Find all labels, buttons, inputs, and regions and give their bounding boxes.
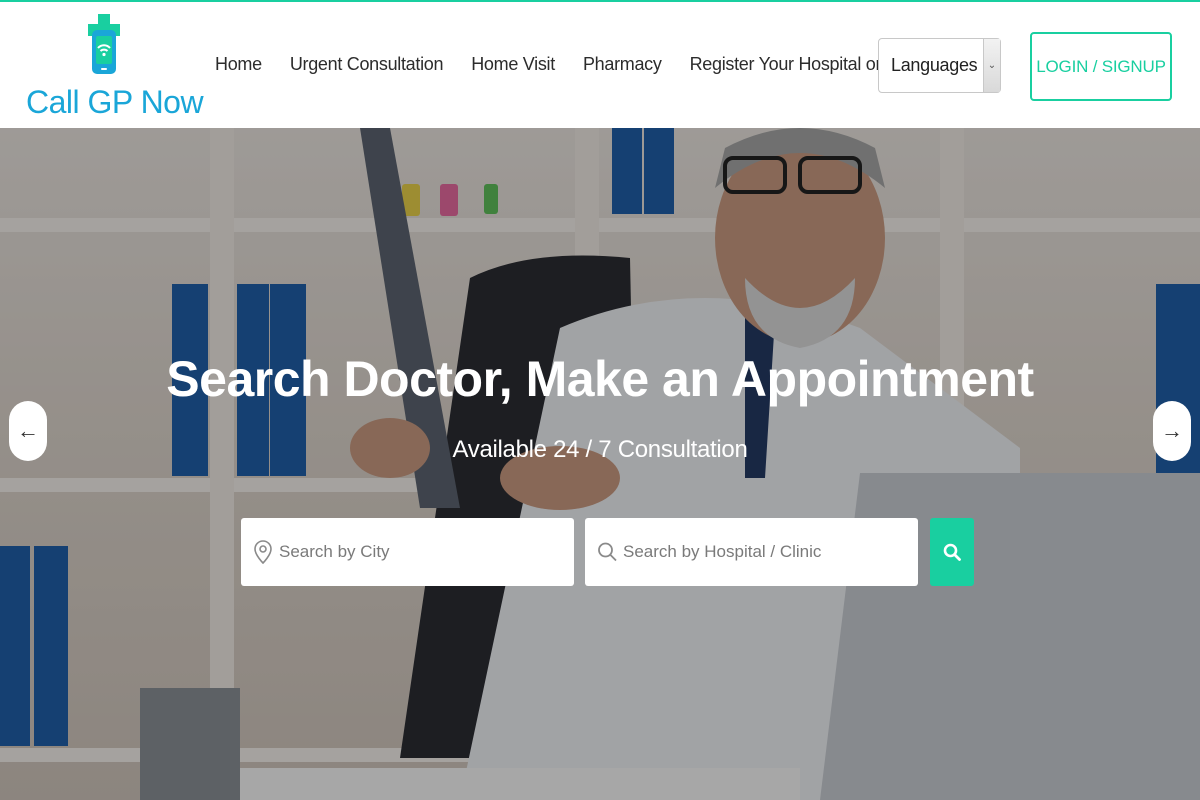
- login-signup-button[interactable]: LOGIN / SIGNUP: [1030, 32, 1172, 101]
- phone-cross-logo-icon: [88, 14, 120, 74]
- search-submit-button[interactable]: [930, 518, 974, 586]
- site-header: Call GP Now Home Urgent Consultation Hom…: [0, 2, 1200, 128]
- nav-home-visit[interactable]: Home Visit: [471, 54, 555, 75]
- city-search-field[interactable]: [241, 518, 574, 586]
- site-logo[interactable]: Call GP Now: [26, 14, 204, 122]
- arrow-right-icon: →: [1161, 418, 1183, 443]
- hero-title: Search Doctor, Make an Appointment: [166, 351, 1034, 407]
- search-icon: [943, 543, 961, 561]
- hero-subtitle: Available 24 / 7 Consultation: [452, 436, 748, 463]
- language-select[interactable]: Languages ⌄: [878, 38, 1001, 93]
- nav-pharmacy[interactable]: Pharmacy: [583, 54, 662, 75]
- search-icon: [598, 542, 617, 562]
- language-select-value: Languages: [891, 55, 978, 75]
- nav-urgent-consultation[interactable]: Urgent Consultation: [290, 54, 444, 75]
- hospital-search-input[interactable]: [623, 542, 903, 562]
- carousel-next-button[interactable]: →: [1153, 401, 1191, 461]
- carousel-prev-button[interactable]: ←: [9, 401, 47, 461]
- logo-text: Call GP Now: [26, 84, 204, 120]
- hero-overlay: [0, 128, 1200, 800]
- map-pin-icon: [254, 540, 272, 564]
- arrow-left-icon: ←: [17, 418, 39, 443]
- main-nav: Home Urgent Consultation Home Visit Phar…: [215, 54, 928, 75]
- nav-home[interactable]: Home: [215, 54, 262, 75]
- chevron-down-icon: ⌄: [983, 39, 1000, 92]
- hero-section: Search Doctor, Make an Appointment Avail…: [0, 128, 1200, 800]
- city-search-input[interactable]: [279, 542, 559, 562]
- hospital-search-field[interactable]: [585, 518, 918, 586]
